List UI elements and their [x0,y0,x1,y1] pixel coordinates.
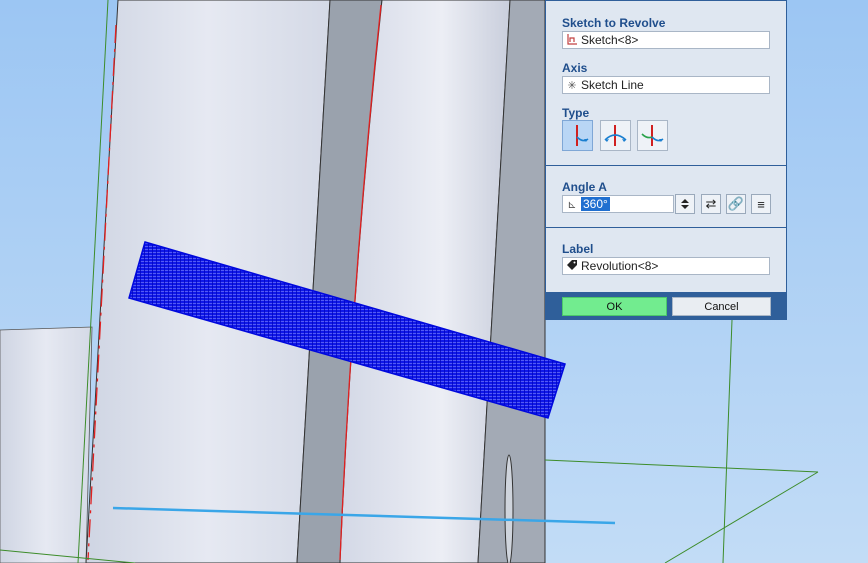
axis-field[interactable]: ✳ Sketch Line [562,76,770,94]
angle-section-title: Angle A [562,180,607,194]
sketch-value: Sketch<8> [581,33,639,47]
type-two-directions-button[interactable] [637,120,668,151]
sketch-section-title: Sketch to Revolve [562,16,666,30]
panel-footer: OK Cancel [546,292,786,319]
type-section-title: Type [562,106,590,120]
axis-section-title: Axis [562,61,588,75]
revolve-two-directions-icon [641,125,664,146]
axis-value: Sketch Line [581,78,644,92]
revolution-property-panel: Sketch to Revolve Sketch<8> Axis ✳ Sketc… [545,0,787,320]
sketch-field[interactable]: Sketch<8> [562,31,770,49]
cancel-button[interactable]: Cancel [672,297,771,316]
ok-button[interactable]: OK [562,297,667,316]
sketch-icon [563,33,581,48]
label-section-title: Label [562,242,594,256]
type-one-direction-button[interactable] [562,120,593,151]
angle-input[interactable]: ⊾ 360° [562,195,674,213]
angle-spinner[interactable] [675,194,695,214]
revolve-one-direction-icon [576,125,589,146]
type-symmetric-button[interactable] [600,120,631,151]
hole-ellipse [504,454,514,563]
menu-button[interactable]: ≡ [751,194,771,214]
swap-arrows-icon: ⇄ [705,196,717,211]
axis-line-icon: ✳ [567,79,577,92]
separator [546,227,786,228]
angle-value: 360° [581,197,610,211]
link-value-button[interactable]: 🔗 [726,194,746,214]
angle-icon: ⊾ [567,198,577,211]
left-shaft [0,326,93,563]
separator [546,165,786,166]
revolve-symmetric-icon [604,125,627,146]
reverse-direction-button[interactable]: ⇄ [701,194,721,214]
label-value: Revolution<8> [581,259,659,273]
link-icon: 🔗 [727,196,745,211]
label-field[interactable]: Revolution<8> [562,257,770,275]
menu-icon: ≡ [757,196,765,212]
tag-icon [563,259,581,274]
